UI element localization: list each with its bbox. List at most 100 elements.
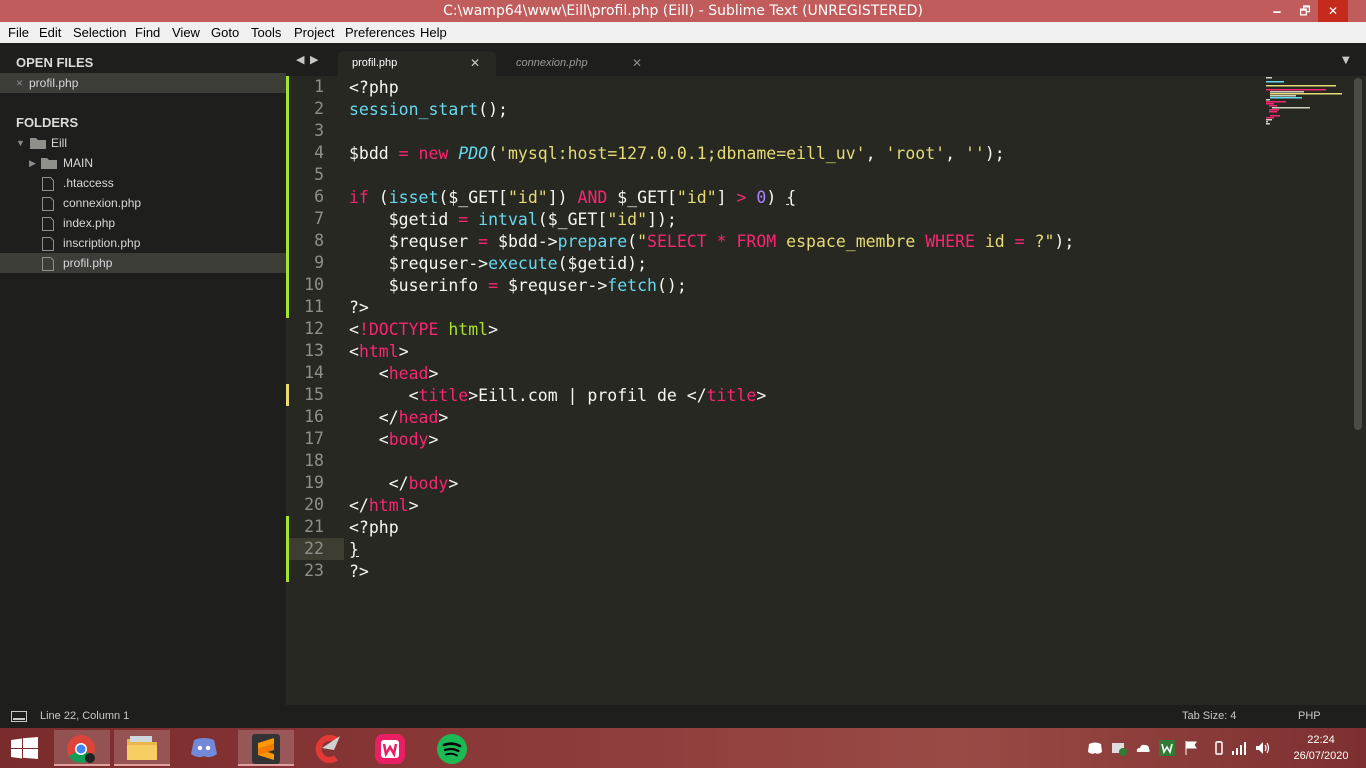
folder-icon xyxy=(41,158,57,169)
line-number: 17 xyxy=(304,429,324,448)
file-item-inscription[interactable]: inscription.php xyxy=(0,233,286,253)
file-item-profil[interactable]: profil.php xyxy=(0,253,286,273)
open-files-heading: OPEN FILES xyxy=(16,55,94,70)
clock-date: 26/07/2020 xyxy=(1293,750,1349,762)
menu-bar: File Edit Selection Find View Goto Tools… xyxy=(0,22,1366,43)
file-icon xyxy=(42,257,54,271)
wamp-server-taskbar-button[interactable] xyxy=(362,730,418,766)
minimize-button[interactable]: 🗕 xyxy=(1262,0,1292,22)
code-line: <!DOCTYPE html> xyxy=(349,320,499,339)
close-icon[interactable]: ✕ xyxy=(632,52,642,74)
code-line: <head> xyxy=(349,364,439,383)
close-button[interactable]: ✕ xyxy=(1318,0,1348,22)
line-number: 11 xyxy=(304,297,324,316)
file-icon xyxy=(42,177,54,191)
menu-help[interactable]: Help xyxy=(420,25,447,40)
chevron-right-icon: ▶ xyxy=(29,158,36,168)
volume-icon[interactable] xyxy=(1255,740,1271,756)
maximize-button[interactable]: 🗗 xyxy=(1290,0,1320,22)
security-tray-icon[interactable] xyxy=(1111,740,1127,756)
menu-selection[interactable]: Selection xyxy=(73,25,126,40)
menu-view[interactable]: View xyxy=(172,25,200,40)
close-icon[interactable]: ✕ xyxy=(470,52,480,74)
line-number: 8 xyxy=(314,231,324,250)
file-item-connexion[interactable]: connexion.php xyxy=(0,193,286,213)
discord-tray-icon[interactable] xyxy=(1087,740,1103,756)
file-icon xyxy=(42,237,54,251)
tab-connexion[interactable]: connexion.php ✕ xyxy=(502,51,652,76)
close-file-icon[interactable]: × xyxy=(16,73,23,93)
file-item-htaccess[interactable]: .htaccess xyxy=(0,173,286,193)
sublime-text-taskbar-button[interactable] xyxy=(238,730,294,766)
vertical-scrollbar[interactable] xyxy=(1354,78,1362,430)
minimap[interactable] xyxy=(1262,76,1352,136)
code-line: } xyxy=(349,540,359,559)
flag-tray-icon[interactable] xyxy=(1183,740,1199,756)
tab-menu-icon[interactable]: ▼ xyxy=(1342,55,1350,66)
file-item-index[interactable]: index.php xyxy=(0,213,286,233)
code-line: $bdd = new PDO('mysql:host=127.0.0.1;dbn… xyxy=(349,144,1005,163)
battery-icon[interactable] xyxy=(1211,740,1227,756)
file-label: .htaccess xyxy=(63,176,114,190)
tab-profil[interactable]: profil.php ✕ xyxy=(338,51,496,76)
code-line: <html> xyxy=(349,342,409,361)
file-explorer-taskbar-button[interactable] xyxy=(114,730,170,766)
code-line: <?php xyxy=(349,78,399,97)
folder-item-eill[interactable]: ▼ Eill xyxy=(0,133,286,153)
wamp-tray-icon[interactable] xyxy=(1159,740,1175,756)
discord-taskbar-button[interactable] xyxy=(176,730,232,766)
tab-size-setting[interactable]: Tab Size: 4 xyxy=(1182,705,1236,728)
cursor-position: Line 22, Column 1 xyxy=(40,710,130,722)
folder-label: MAIN xyxy=(63,156,93,170)
file-label: inscription.php xyxy=(63,236,141,250)
tab-label: profil.php xyxy=(352,57,398,69)
ccleaner-icon xyxy=(315,735,340,763)
menu-file[interactable]: File xyxy=(8,25,29,40)
menu-find[interactable]: Find xyxy=(135,25,160,40)
code-line: ?> xyxy=(349,562,369,581)
line-number: 18 xyxy=(304,451,324,470)
network-icon[interactable] xyxy=(1231,740,1247,756)
start-icon[interactable] xyxy=(11,737,38,759)
sidebar: OPEN FILES × profil.php FOLDERS ▼ Eill ▶… xyxy=(0,43,286,705)
line-number: 3 xyxy=(314,121,324,140)
code-line: $requser = $bdd->prepare("SELECT * FROM … xyxy=(349,232,1075,251)
panel-toggle-icon[interactable] xyxy=(11,711,27,722)
chrome-icon xyxy=(67,735,95,763)
taskbar: 22:24 26/07/2020 xyxy=(0,728,1366,768)
tab-scroll-left-icon[interactable]: ◀ xyxy=(296,53,304,66)
open-file-item[interactable]: × profil.php xyxy=(0,73,286,93)
folder-open-icon xyxy=(30,138,46,149)
ccleaner-taskbar-button[interactable] xyxy=(300,730,356,766)
line-number: 15 xyxy=(304,385,324,404)
line-number: 16 xyxy=(304,407,324,426)
line-number: 23 xyxy=(304,561,324,580)
menu-edit[interactable]: Edit xyxy=(39,25,61,40)
line-number: 22 xyxy=(304,539,324,558)
open-file-label: profil.php xyxy=(29,76,79,90)
code-line: if (isset($_GET["id"]) AND $_GET["id"] >… xyxy=(349,188,797,207)
syntax-setting[interactable]: PHP xyxy=(1298,705,1321,728)
window-title: C:\wamp64\www\Eill\profil.php (Eill) - S… xyxy=(443,3,923,19)
onedrive-tray-icon[interactable] xyxy=(1135,740,1151,756)
file-label: profil.php xyxy=(63,256,113,270)
menu-project[interactable]: Project xyxy=(294,25,334,40)
menu-tools[interactable]: Tools xyxy=(251,25,281,40)
system-clock[interactable]: 22:24 26/07/2020 xyxy=(1286,732,1356,764)
code-line: $getid = intval($_GET["id"]); xyxy=(349,210,677,229)
menu-preferences[interactable]: Preferences xyxy=(345,25,415,40)
chrome-taskbar-button[interactable] xyxy=(54,730,110,766)
title-bar: C:\wamp64\www\Eill\profil.php (Eill) - S… xyxy=(0,0,1366,22)
line-number: 7 xyxy=(314,209,324,228)
discord-icon xyxy=(191,738,217,758)
code-editor[interactable]: 1 2 3 4 5 6 7 8 9 10 11 12 13 14 15 16 17 18 19 20 21 22 23 <?… xyxy=(286,76,1366,705)
tab-bar: ◀ ▶ profil.php ✕ connexion.php ✕ ▼ xyxy=(286,43,1366,76)
wamp-server-icon xyxy=(375,734,405,764)
folder-item-main[interactable]: ▶ MAIN xyxy=(0,153,286,173)
chevron-down-icon: ▼ xyxy=(16,138,25,148)
spotify-taskbar-button[interactable] xyxy=(424,730,480,766)
line-number: 14 xyxy=(304,363,324,382)
menu-goto[interactable]: Goto xyxy=(211,25,239,40)
tab-scroll-right-icon[interactable]: ▶ xyxy=(310,53,318,66)
line-number: 21 xyxy=(304,517,324,536)
